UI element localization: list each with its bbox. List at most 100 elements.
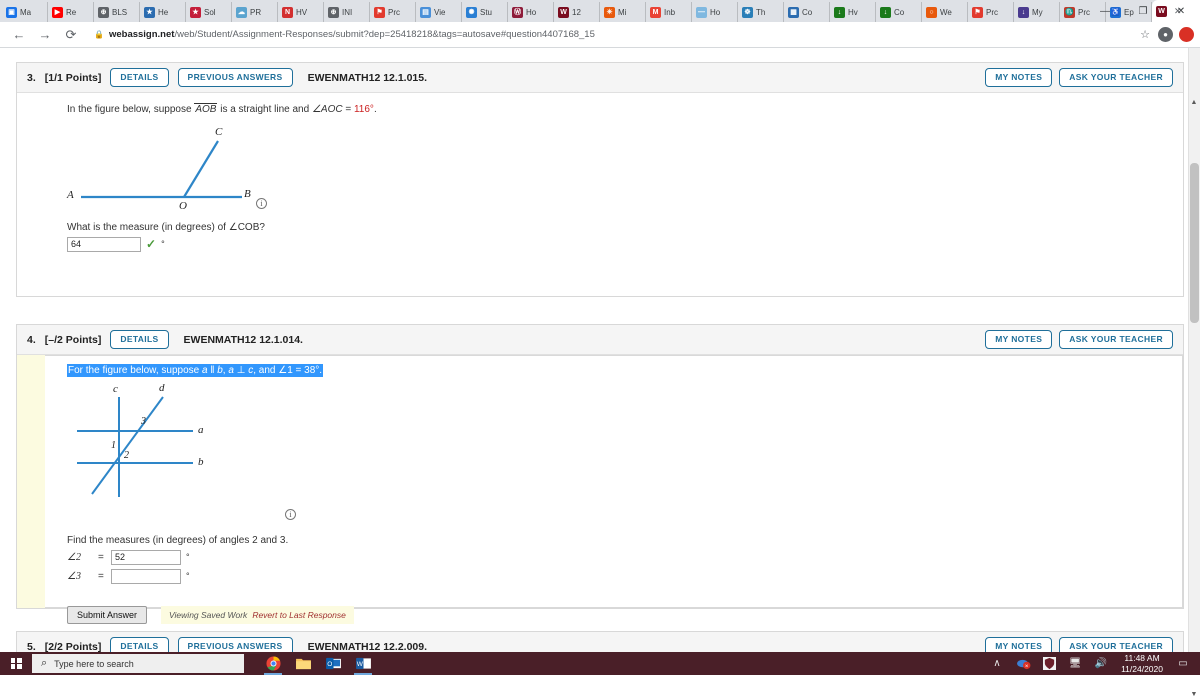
start-button[interactable]	[0, 652, 32, 675]
question-4-angle2-input[interactable]	[111, 549, 181, 565]
tab-favicon-icon: ☁	[236, 6, 247, 18]
scrollbar-thumb[interactable]	[1190, 163, 1199, 323]
browser-tab-2[interactable]: ⊕ BLS	[94, 2, 140, 22]
browser-tab-10[interactable]: ✺ Stu	[462, 2, 508, 22]
navigation-bar: ← → ⟳ 🔒 webassign.net/web/Student/Assign…	[0, 22, 1200, 48]
question-4-number: 4.	[27, 333, 36, 346]
maximize-button[interactable]: ❐	[1124, 0, 1162, 22]
browser-tab-4[interactable]: ★ Sol	[186, 2, 232, 22]
question-5-points: [2/2 Points]	[44, 640, 102, 653]
q4-angle2-degree: °	[186, 552, 190, 562]
forward-icon[interactable]: →	[32, 23, 58, 47]
browser-tab-21[interactable]: ⚑ Prc	[968, 2, 1014, 22]
question-3-previous-answers-button[interactable]: PREVIOUS ANSWERS	[177, 68, 293, 87]
volume-icon[interactable]: 🔊	[1088, 652, 1114, 675]
question-4-ask-teacher-button[interactable]: ASK YOUR TEACHER	[1059, 330, 1173, 349]
q3-info-icon[interactable]: i	[256, 197, 267, 209]
browser-tab-14[interactable]: M Inb	[646, 2, 692, 22]
minimize-button[interactable]: —	[1086, 0, 1124, 22]
word-icon[interactable]: W	[348, 652, 378, 675]
browser-tab-13[interactable]: ✳ Mi	[600, 2, 646, 22]
profile-avatar[interactable]: ●	[1158, 27, 1173, 42]
browser-tab-22[interactable]: ↓ My	[1014, 2, 1060, 22]
question-4-prompt: Find the measures (in degrees) of angles…	[67, 534, 289, 546]
question-3-number: 3.	[27, 71, 36, 84]
tab-favicon-icon: W	[558, 6, 569, 18]
browser-tab-0[interactable]: ▣ Ma	[2, 2, 48, 22]
question-3-ask-teacher-button[interactable]: ASK YOUR TEACHER	[1059, 68, 1173, 87]
q4-label-a: a	[198, 423, 204, 436]
browser-tab-11[interactable]: Ⓦ Ho	[508, 2, 554, 22]
question-4-submit-button[interactable]: Submit Answer	[67, 605, 148, 624]
display-icon[interactable]: 🖥	[1062, 652, 1088, 675]
chrome-icon[interactable]	[258, 652, 288, 675]
outlook-icon[interactable]: O	[318, 652, 348, 675]
taskbar-pinned-apps: O W	[258, 652, 378, 675]
question-4-submit-row: Submit Answer Viewing Saved Work Revert …	[67, 605, 1182, 624]
lock-icon: 🔒	[94, 30, 104, 39]
q3-stem-angle: ∠AOC	[311, 104, 343, 115]
browser-tab-8[interactable]: ⚑ Prc	[370, 2, 416, 22]
browser-tab-1[interactable]: ▶ Re	[48, 2, 94, 22]
q4-p1: For the figure below, suppose	[68, 365, 202, 376]
browser-tab-15[interactable]: — Ho	[692, 2, 738, 22]
close-window-button[interactable]: ✕	[1162, 0, 1200, 22]
browser-tab-6[interactable]: N HV	[278, 2, 324, 22]
file-explorer-icon[interactable]	[288, 652, 318, 675]
question-4-header-actions: MY NOTES ASK YOUR TEACHER	[985, 330, 1173, 349]
page-scrollbar[interactable]: ▲ ▼	[1188, 48, 1200, 698]
tab-favicon-icon: ▤	[420, 6, 431, 18]
question-5-code: EWENMATH12 12.2.009.	[307, 640, 428, 653]
tray-expand-chevron-icon[interactable]: ∧	[984, 652, 1010, 675]
windows-logo-icon	[10, 658, 22, 669]
q3-stem-pre: In the figure below, suppose	[67, 104, 195, 115]
question-4-stem: For the figure below, suppose a ‖ b, a ⊥…	[67, 364, 1182, 379]
browser-tab-12[interactable]: W 12	[554, 2, 600, 22]
tab-favicon-icon: ▦	[788, 6, 799, 18]
notification-center-icon[interactable]: ▭	[1170, 652, 1196, 675]
question-3-degree-symbol: °	[161, 239, 165, 249]
question-3-figure: A B C O i	[67, 126, 297, 216]
back-icon[interactable]: ←	[6, 23, 32, 47]
antivirus-icon[interactable]	[1036, 652, 1062, 675]
browser-tab-9[interactable]: ▤ Vie	[416, 2, 462, 22]
question-4-body: For the figure below, suppose a ‖ b, a ⊥…	[17, 355, 1183, 624]
cloud-sync-icon[interactable]: ✕	[1010, 652, 1036, 675]
browser-tab-7[interactable]: ⊕ INI	[324, 2, 370, 22]
browser-tab-5[interactable]: ☁ PR	[232, 2, 278, 22]
question-4-angle3-input[interactable]	[111, 568, 181, 584]
browser-tab-19[interactable]: ↓ Co	[876, 2, 922, 22]
browser-tab-17[interactable]: ▦ Co	[784, 2, 830, 22]
reload-icon[interactable]: ⟳	[58, 23, 84, 47]
tab-label: 12	[572, 7, 581, 17]
tab-favicon-icon: ↓	[834, 6, 845, 18]
question-3-details-button[interactable]: DETAILS	[110, 68, 169, 87]
question-3-code: EWENMATH12 12.1.015.	[307, 71, 428, 84]
scroll-up-icon[interactable]: ▲	[1189, 97, 1199, 108]
tab-label: Re	[66, 7, 77, 17]
browser-tab-18[interactable]: ↓ Hv	[830, 2, 876, 22]
question-3-answer-input[interactable]	[67, 236, 141, 252]
browser-tab-20[interactable]: ○ We	[922, 2, 968, 22]
omnibox-actions: ☆ ●	[1134, 27, 1194, 42]
q3-stem-eq: =	[342, 104, 354, 115]
tab-label: BLS	[112, 7, 128, 17]
taskbar-search-box[interactable]: ⌕ Type here to search	[32, 654, 244, 673]
address-bar[interactable]: 🔒 webassign.net/web/Student/Assignment-R…	[88, 25, 1134, 45]
tab-favicon-icon: ♏	[1064, 6, 1075, 18]
q4-label-b: b	[198, 455, 204, 468]
tab-label: Th	[756, 7, 766, 17]
browser-tab-16[interactable]: ☸ Th	[738, 2, 784, 22]
q4-info-icon[interactable]: i	[285, 508, 296, 520]
revert-to-last-response-link[interactable]: Revert to Last Response	[252, 610, 346, 620]
question-4-answer-row-3: ∠3 = °	[67, 568, 1182, 584]
bookmark-star-icon[interactable]: ☆	[1134, 28, 1156, 41]
extension-icon[interactable]	[1179, 27, 1194, 42]
question-4-my-notes-button[interactable]: MY NOTES	[985, 330, 1053, 349]
taskbar-clock[interactable]: 11:48 AM 11/24/2020	[1114, 653, 1170, 674]
question-3-my-notes-button[interactable]: MY NOTES	[985, 68, 1053, 87]
windows-taskbar: ⌕ Type here to search O W ∧ ✕ 🖥 🔊 11:48 …	[0, 652, 1200, 675]
question-4-details-button[interactable]: DETAILS	[110, 330, 169, 349]
scroll-down-icon[interactable]: ▼	[1189, 689, 1199, 700]
browser-tab-3[interactable]: ★ He	[140, 2, 186, 22]
